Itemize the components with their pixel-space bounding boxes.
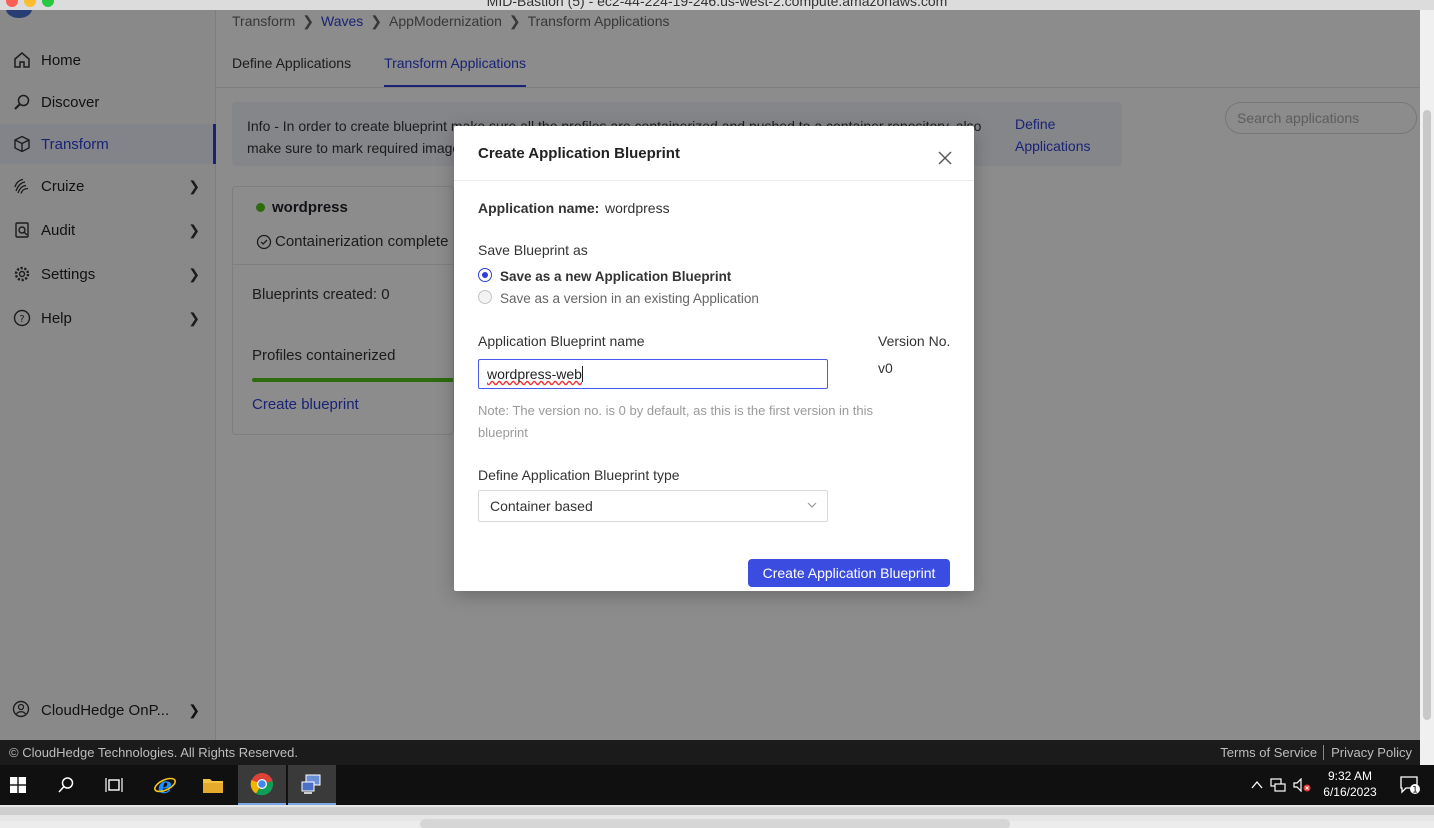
folder-icon <box>203 779 223 793</box>
chevron-up-icon <box>1251 780 1263 789</box>
clock-date: 6/16/2023 <box>1323 785 1377 799</box>
blueprint-type-select[interactable]: Container based <box>478 490 828 522</box>
radio-existing-version[interactable] <box>478 290 492 304</box>
radio-new-blueprint-label[interactable]: Save as a new Application Blueprint <box>500 269 731 284</box>
blueprint-type-value: Container based <box>490 498 593 514</box>
file-explorer-button[interactable] <box>189 765 237 805</box>
version-value: v0 <box>878 360 893 376</box>
chrome-button[interactable] <box>238 765 286 805</box>
background-window-strip <box>0 805 1434 828</box>
blueprint-name-input[interactable]: wordpress-web <box>478 359 828 389</box>
action-center-button[interactable]: 1 <box>1386 765 1434 805</box>
window-title-bar: MID-Bastion (5) - ec2-44-224-19-246.us-w… <box>0 0 1434 10</box>
privacy-link[interactable]: Privacy Policy <box>1323 745 1418 760</box>
network-icon[interactable] <box>1266 778 1290 792</box>
background-scrollbar <box>0 807 1434 815</box>
task-view-button[interactable] <box>90 765 138 805</box>
background-dock <box>420 819 1010 828</box>
taskbar-clock[interactable]: 9:32 AM 6/16/2023 <box>1316 768 1384 800</box>
clock-time: 9:32 AM <box>1327 769 1373 783</box>
notification-icon: 1 <box>1400 776 1420 796</box>
version-label: Version No. <box>878 333 951 349</box>
vertical-scrollbar[interactable] <box>1420 10 1434 765</box>
chevron-down-icon <box>807 502 817 508</box>
internet-explorer-icon: e <box>154 773 176 797</box>
window-title: MID-Bastion (5) - ec2-44-224-19-246.us-w… <box>486 0 948 9</box>
search-icon <box>58 777 74 793</box>
copyright-text: © CloudHedge Technologies. All Rights Re… <box>9 745 299 760</box>
windows-logo-icon <box>10 777 26 793</box>
version-note: Note: The version no. is 0 by default, a… <box>478 403 874 440</box>
dialog-title: Create Application Blueprint <box>478 145 680 162</box>
volume-muted-icon[interactable] <box>1290 778 1314 792</box>
terms-link[interactable]: Terms of Service <box>1214 745 1323 760</box>
remote-desktop-icon <box>301 774 321 794</box>
svg-text:e: e <box>158 773 172 797</box>
task-view-icon <box>105 778 123 792</box>
chrome-icon <box>250 773 274 796</box>
radio-new-blueprint[interactable] <box>478 268 492 282</box>
save-as-label: Save Blueprint as <box>478 242 588 258</box>
close-icon[interactable] <box>935 148 955 168</box>
blueprint-type-label: Define Application Blueprint type <box>478 467 680 483</box>
internet-explorer-button[interactable]: e <box>141 765 189 805</box>
page-footer: © CloudHedge Technologies. All Rights Re… <box>0 740 1420 765</box>
start-button[interactable] <box>0 765 42 805</box>
blueprint-name-value: wordpress-web <box>487 366 582 382</box>
remote-desktop-button[interactable] <box>288 765 336 805</box>
radio-existing-version-label[interactable]: Save as a version in an existing Applica… <box>500 291 759 306</box>
app-name-value: wordpress <box>605 200 670 216</box>
app-name-label: Application name: <box>478 200 600 216</box>
blueprint-name-label: Application Blueprint name <box>478 333 645 349</box>
dialog-header: Create Application Blueprint <box>454 126 974 181</box>
scrollbar-thumb[interactable] <box>1423 110 1431 720</box>
text-caret <box>581 366 583 382</box>
show-hidden-icons-button[interactable] <box>1248 780 1266 790</box>
system-tray <box>1248 765 1314 805</box>
taskbar-search-button[interactable] <box>42 765 90 805</box>
notification-count: 1 <box>1412 786 1418 796</box>
create-application-blueprint-button[interactable]: Create Application Blueprint <box>748 559 950 587</box>
windows-taskbar: e 9:32 AM 6/16/2023 1 <box>0 765 1434 805</box>
create-blueprint-dialog: Create Application Blueprint Application… <box>454 126 974 591</box>
